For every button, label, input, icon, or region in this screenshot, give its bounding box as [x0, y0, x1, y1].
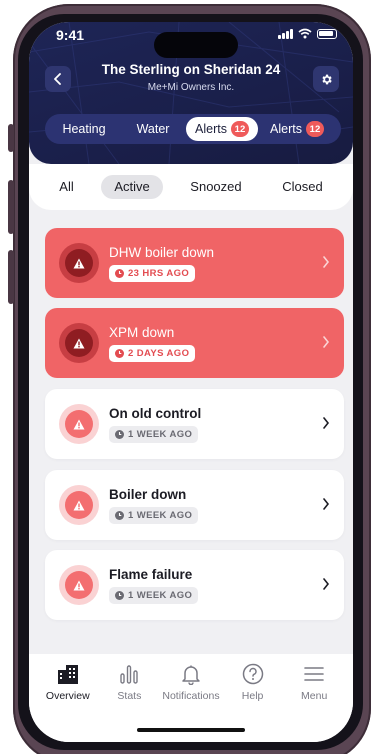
- alert-title: DHW boiler down: [109, 244, 215, 260]
- nav-label: Overview: [45, 690, 90, 702]
- alert-age: 23 HRS AGO: [128, 267, 190, 279]
- alert-severity-ring: [59, 485, 99, 525]
- battery-icon: [317, 28, 337, 39]
- alert-age: 1 WEEK AGO: [128, 509, 193, 521]
- warning-icon: [65, 491, 93, 519]
- alert-title: Flame failure: [109, 566, 193, 582]
- warning-icon: [65, 571, 93, 599]
- warning-icon: [65, 410, 93, 438]
- alert-severity-ring: [59, 243, 99, 283]
- chevron-right-icon: [323, 417, 330, 429]
- tab-alerts[interactable]: Alerts 12: [186, 117, 258, 141]
- clock-icon: [115, 510, 124, 520]
- alert-age-pill: 23 HRS AGO: [109, 264, 196, 282]
- building-icon: [57, 665, 78, 684]
- tab-label: Alerts: [270, 122, 302, 136]
- tab-label: Water: [136, 122, 170, 136]
- alert-title: On old control: [109, 405, 202, 421]
- building-header: 9:41 The Sterling on Sheridan 24 Me+Mi O…: [29, 22, 353, 164]
- help-icon: [242, 663, 263, 685]
- settings-button[interactable]: [313, 66, 339, 92]
- alert-age-pill: 1 WEEK AGO: [109, 506, 199, 524]
- clock-icon: [115, 429, 124, 439]
- chevron-right-icon: [323, 498, 330, 510]
- tab-heating[interactable]: Heating: [48, 117, 120, 141]
- category-tabs: Heating Water Alerts 12 Alerts 12: [45, 114, 341, 144]
- clock-icon: [115, 348, 124, 358]
- back-button[interactable]: [45, 66, 71, 92]
- clock-icon: [115, 268, 124, 278]
- alert-card[interactable]: XPM down 2 DAYS AGO: [45, 308, 344, 378]
- status-filters: All Active Snoozed Closed: [29, 164, 353, 210]
- alert-severity-ring: [59, 323, 99, 363]
- alert-title: Boiler down: [109, 486, 187, 502]
- chevron-left-icon: [54, 73, 61, 85]
- tab-label: Alerts: [195, 122, 227, 136]
- alert-title: XPM down: [109, 324, 175, 340]
- bell-icon: [182, 665, 200, 685]
- chevron-right-icon: [323, 578, 330, 590]
- alert-age: 1 WEEK AGO: [128, 428, 193, 440]
- nav-label: Help: [241, 690, 264, 702]
- warning-icon: [65, 249, 93, 277]
- alert-age-pill: 1 WEEK AGO: [109, 586, 199, 604]
- tab-label: Heating: [62, 122, 106, 136]
- filter-active[interactable]: Active: [101, 175, 163, 199]
- status-time: 9:41: [56, 27, 85, 43]
- alert-card[interactable]: DHW boiler down 23 HRS AGO: [45, 228, 344, 298]
- alert-card[interactable]: Boiler down 1 WEEK AGO: [45, 470, 344, 540]
- nav-menu[interactable]: Menu: [285, 660, 343, 742]
- alert-count-badge: 12: [230, 121, 249, 137]
- alert-card[interactable]: Flame failure 1 WEEK AGO: [45, 550, 344, 620]
- phone-side-button: [8, 250, 14, 304]
- alert-age: 1 WEEK AGO: [128, 589, 193, 601]
- status-icons: [278, 28, 337, 39]
- alert-age-pill: 2 DAYS AGO: [109, 344, 196, 362]
- building-title: The Sterling on Sheridan 24: [101, 62, 281, 77]
- alert-age-pill: 1 WEEK AGO: [109, 425, 199, 443]
- nav-label: Menu: [301, 690, 328, 702]
- nav-overview[interactable]: Overview: [39, 660, 97, 742]
- alert-severity-ring: [59, 565, 99, 605]
- warning-icon: [65, 329, 93, 357]
- nav-label: Stats: [117, 690, 142, 702]
- app-screen: 9:41 The Sterling on Sheridan 24 Me+Mi O…: [29, 22, 353, 742]
- filter-snoozed[interactable]: Snoozed: [177, 175, 254, 199]
- signal-icon: [278, 28, 293, 39]
- nav-label: Notifications: [162, 690, 220, 702]
- clock-icon: [115, 590, 124, 600]
- chevron-right-icon: [323, 256, 330, 268]
- alert-count-badge: 12: [305, 121, 324, 137]
- wifi-icon: [298, 28, 312, 39]
- building-owner: Me+Mi Owners Inc.: [147, 82, 235, 93]
- filter-all[interactable]: All: [46, 175, 86, 199]
- menu-icon: [304, 667, 324, 681]
- camera-notch: [154, 32, 238, 58]
- phone-side-button: [8, 124, 14, 152]
- filter-closed[interactable]: Closed: [269, 175, 335, 199]
- alert-card[interactable]: On old control 1 WEEK AGO: [45, 389, 344, 459]
- gear-icon: [321, 74, 332, 84]
- tab-alerts-secondary[interactable]: Alerts 12: [258, 117, 336, 141]
- phone-side-button: [8, 180, 14, 234]
- chevron-right-icon: [323, 336, 330, 348]
- tab-water[interactable]: Water: [120, 117, 186, 141]
- alert-severity-ring: [59, 404, 99, 444]
- alert-age: 2 DAYS AGO: [128, 347, 190, 359]
- stats-icon: [120, 665, 139, 684]
- home-indicator: [137, 728, 245, 732]
